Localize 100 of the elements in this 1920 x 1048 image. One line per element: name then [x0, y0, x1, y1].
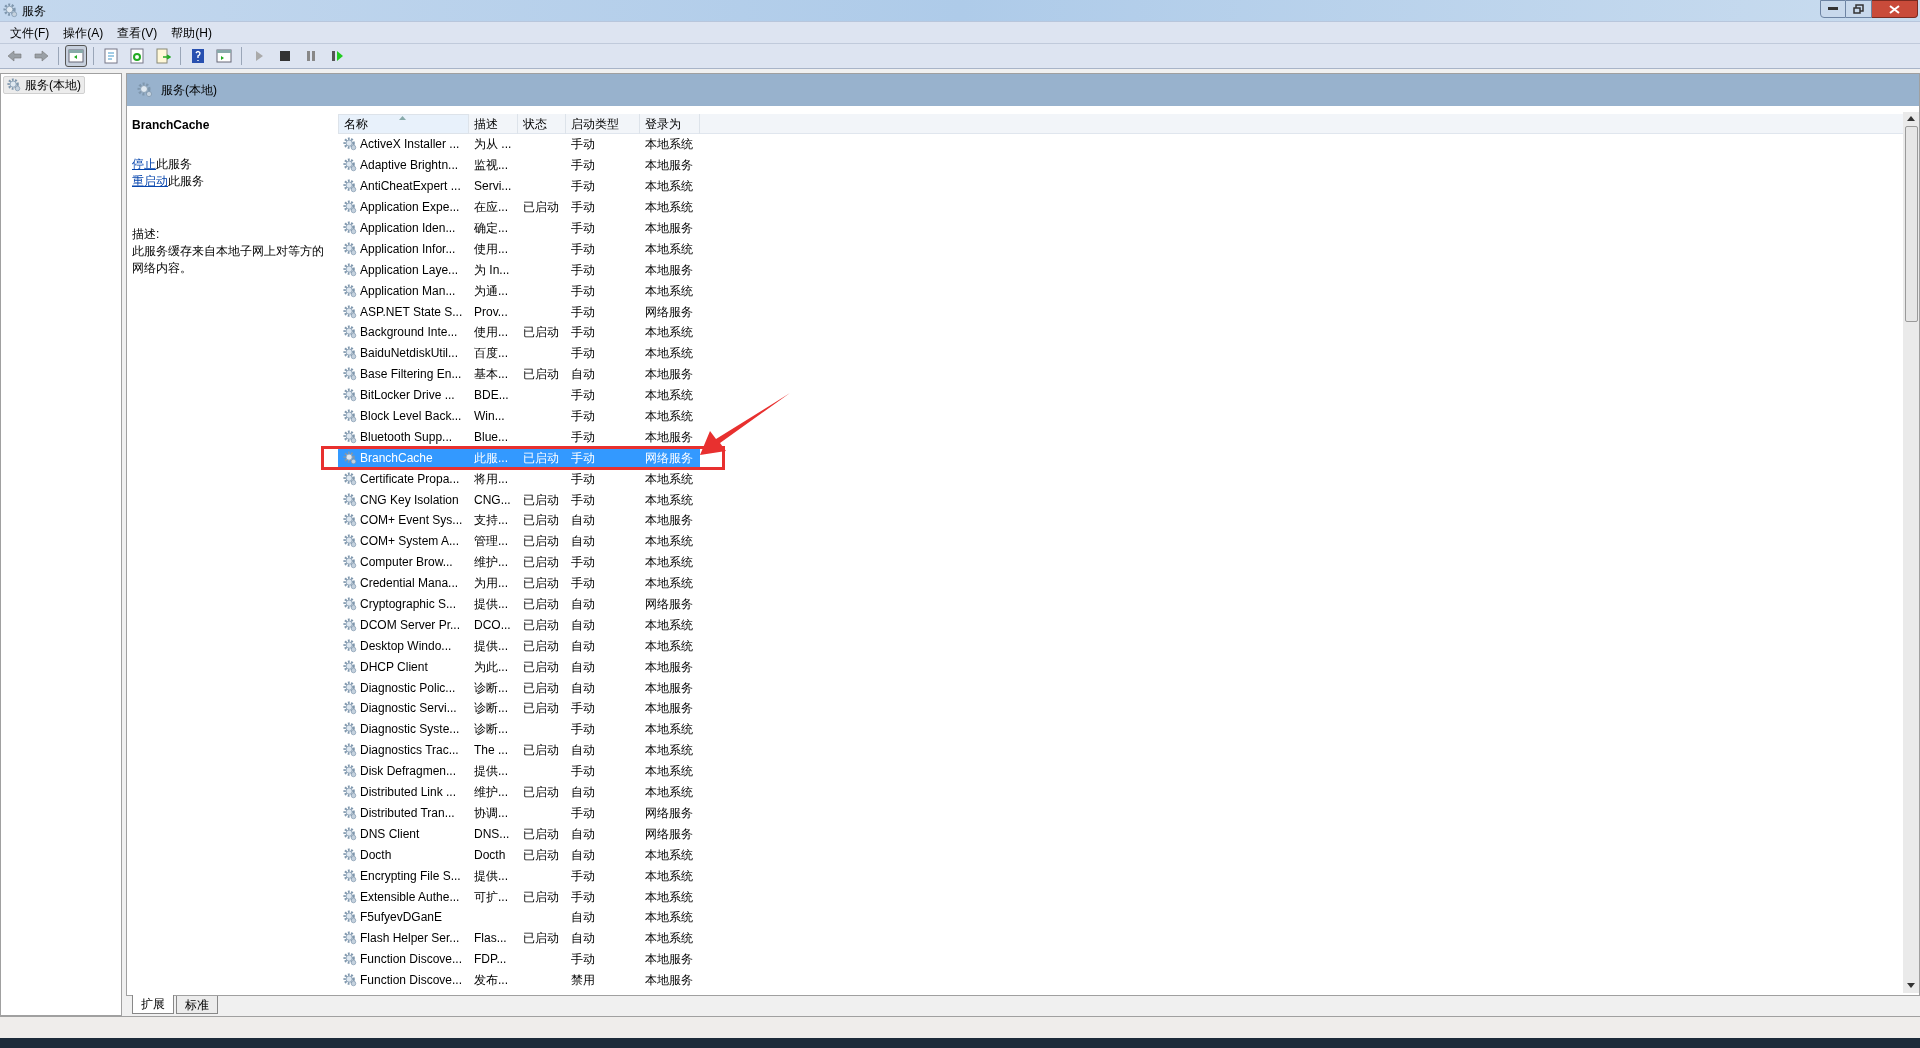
description-cell: The ...: [474, 743, 508, 758]
service-row[interactable]: Application Iden... 确定... 手动 本地服务: [338, 217, 700, 239]
column-header[interactable]: 名称: [338, 114, 469, 134]
service-row[interactable]: Bluetooth Supp... Blue... 手动 本地服务: [338, 426, 700, 448]
service-row[interactable]: Disk Defragmen... 提供... 手动 本地系统: [338, 760, 700, 782]
service-row[interactable]: Adaptive Brightn... 监视... 手动 本地服务: [338, 154, 700, 176]
service-row[interactable]: Application Infor... 使用... 手动 本地系统: [338, 238, 700, 260]
service-row[interactable]: Cryptographic S... 提供... 已启动 自动 网络服务: [338, 593, 700, 615]
service-row[interactable]: Diagnostic Polic... 诊断... 已启动 自动 本地服务: [338, 677, 700, 699]
service-row[interactable]: Computer Brow... 维护... 已启动 手动 本地系统: [338, 551, 700, 573]
service-row[interactable]: Diagnostics Trac... The ... 已启动 自动 本地系统: [338, 739, 700, 761]
logon-cell: 本地系统: [645, 179, 693, 194]
service-row[interactable]: Distributed Link ... 维护... 已启动 自动 本地系统: [338, 781, 700, 803]
service-row[interactable]: Application Laye... 为 In... 手动 本地服务: [338, 259, 700, 281]
service-name-cell-text: Credential Mana...: [360, 575, 459, 593]
service-row[interactable]: Background Inte... 使用... 已启动 手动 本地系统: [338, 322, 700, 343]
column-header[interactable]: 启动类型: [566, 114, 640, 134]
close-button[interactable]: [1872, 0, 1918, 18]
service-row[interactable]: Block Level Back... Win... 手动 本地系统: [338, 405, 700, 427]
service-row[interactable]: COM+ System A... 管理... 已启动 自动 本地系统: [338, 530, 700, 552]
service-row[interactable]: Application Man... 为通... 手动 本地系统: [338, 280, 700, 302]
service-row[interactable]: DHCP Client 为此... 已启动 自动 本地服务: [338, 656, 700, 678]
service-row[interactable]: F5ufyevDGanE 自动 本地系统: [338, 906, 700, 928]
service-row[interactable]: BitLocker Drive ... BDE... 手动 本地系统: [338, 384, 700, 406]
scrollbar[interactable]: [1903, 112, 1919, 993]
service-row[interactable]: Flash Helper Ser... Flas... 已启动 自动 本地系统: [338, 927, 700, 949]
gear-icon: [343, 388, 357, 403]
service-row[interactable]: COM+ Event Sys... 支持... 已启动 自动 本地服务: [338, 510, 700, 531]
action-link[interactable]: 重启动: [132, 174, 168, 188]
description-cell: Flas...: [474, 931, 507, 946]
logon-cell: 本地系统: [645, 283, 693, 298]
sort-icon: [399, 116, 406, 120]
column-header[interactable]: 登录为: [640, 114, 700, 134]
startup-type-cell: 手动: [571, 221, 595, 235]
service-row[interactable]: DCOM Server Pr... DCO... 已启动 自动 本地系统: [338, 614, 700, 636]
refresh-icon: [129, 48, 145, 64]
service-row[interactable]: Diagnostic Syste... 诊断... 手动 本地系统: [338, 718, 700, 740]
menu-item[interactable]: 查看(V): [110, 22, 165, 43]
gear-icon: [343, 743, 357, 758]
view-tab[interactable]: 扩展: [132, 995, 174, 1014]
scroll-down-icon: [1907, 983, 1915, 989]
service-row[interactable]: CNG Key Isolation CNG... 已启动 手动 本地系统: [338, 489, 700, 511]
startup-type-cell: 手动: [571, 409, 595, 423]
startup-type-cell: 手动: [571, 388, 595, 403]
service-row[interactable]: Diagnostic Servi... 诊断... 已启动 手动 本地服务: [338, 698, 700, 719]
service-row[interactable]: Function Discove... FDP... 手动 本地服务: [338, 948, 700, 970]
menu-item[interactable]: 文件(F): [3, 22, 57, 43]
service-name-cell-text: Encrypting File S...: [360, 867, 461, 885]
minimize-button[interactable]: [1820, 0, 1846, 18]
view-tab[interactable]: 标准: [176, 996, 218, 1014]
service-row[interactable]: Distributed Tran... 协调... 手动 网络服务: [338, 802, 700, 824]
service-name-cell-text: DCOM Server Pr...: [360, 616, 460, 634]
logon-cell: 本地系统: [645, 889, 693, 904]
service-row[interactable]: Certificate Propa... 将用... 手动 本地系统: [338, 468, 700, 490]
service-row[interactable]: Base Filtering En... 基本... 已启动 自动 本地服务: [338, 363, 700, 385]
service-row[interactable]: AntiCheatExpert ... Servi... 手动 本地系统: [338, 175, 700, 197]
service-row[interactable]: ActiveX Installer ... 为从 ... 手动 本地系统: [338, 134, 700, 155]
service-row[interactable]: Function Discove... 发布... 禁用 本地服务: [338, 969, 700, 991]
startup-type-cell: 手动: [571, 576, 595, 591]
service-row[interactable]: Extensible Authe... 可扩... 已启动 手动 本地系统: [338, 886, 700, 907]
logon-cell: 本地系统: [645, 722, 693, 737]
console-tree-button[interactable]: [65, 45, 87, 67]
menu-item[interactable]: 操作(A): [56, 22, 111, 43]
service-row[interactable]: Encrypting File S... 提供... 手动 本地系统: [338, 865, 700, 887]
service-name-cell-text: Certificate Propa...: [360, 470, 460, 488]
action-text: 重启动此服务: [132, 173, 204, 190]
status-cell: 已启动: [523, 680, 559, 695]
column-header[interactable]: 描述: [469, 114, 518, 134]
menu-item[interactable]: 帮助(H): [164, 22, 219, 43]
description-cell: 提供...: [474, 764, 508, 779]
logon-cell: 本地系统: [645, 638, 693, 653]
status-cell: 已启动: [523, 701, 559, 716]
gear-icon: [343, 805, 357, 820]
service-row[interactable]: Application Expe... 在应... 已启动 手动 本地系统: [338, 196, 700, 218]
service-name-cell-text: Distributed Link ...: [360, 784, 457, 802]
gear-icon: [343, 409, 357, 423]
service-row[interactable]: Credential Mana... 为用... 已启动 手动 本地系统: [338, 572, 700, 594]
tree-item[interactable]: 服务(本地): [3, 76, 85, 94]
gear-icon: [343, 576, 357, 591]
close-icon: [1889, 4, 1900, 14]
properties-icon: [103, 48, 119, 64]
description-cell: 百度...: [474, 346, 508, 361]
startup-type-cell: 自动: [571, 617, 595, 632]
service-row[interactable]: ASP.NET State S... Prov... 手动 网络服务: [338, 301, 700, 322]
service-row[interactable]: DNS Client DNS... 已启动 自动 网络服务: [338, 823, 700, 845]
startup-type-cell: 手动: [571, 179, 595, 194]
action-link[interactable]: 停止: [132, 157, 156, 171]
startup-type-cell: 手动: [571, 805, 595, 820]
service-row[interactable]: Desktop Windo... 提供... 已启动 自动 本地系统: [338, 635, 700, 657]
startup-type-cell: 手动: [571, 868, 595, 883]
console-tree-icon: [68, 48, 84, 64]
gear-icon: [343, 555, 357, 570]
scrollbar-thumb[interactable]: [1904, 126, 1918, 322]
service-row[interactable]: Docth Docth 已启动 自动 本地系统: [338, 844, 700, 866]
service-row[interactable]: BaiduNetdiskUtil... 百度... 手动 本地系统: [338, 342, 700, 364]
maximize-button[interactable]: [1846, 0, 1872, 18]
column-header[interactable]: 状态: [518, 114, 566, 134]
restore-icon: [1853, 4, 1864, 14]
status-cell: 已启动: [523, 200, 559, 215]
description-cell: 监视...: [474, 158, 508, 173]
